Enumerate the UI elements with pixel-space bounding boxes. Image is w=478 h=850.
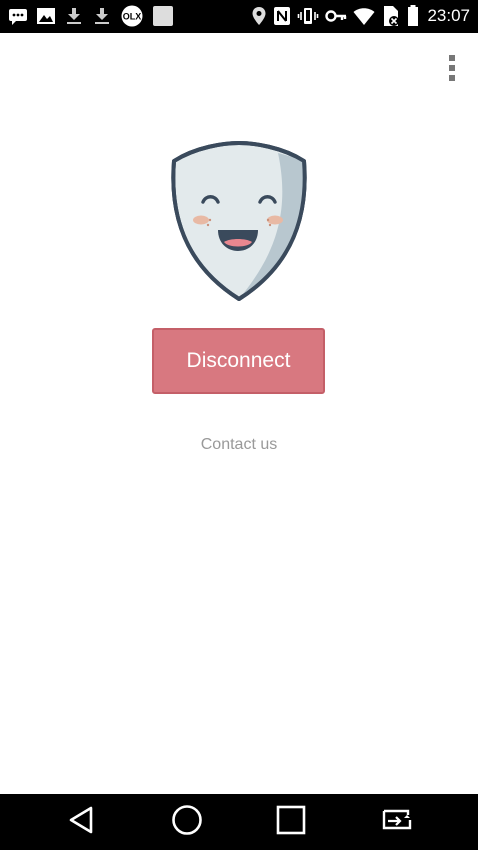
clock: 23:07 xyxy=(427,6,470,25)
menu-dot xyxy=(449,65,455,71)
key-icon xyxy=(325,6,347,26)
disconnect-button[interactable]: Disconnect xyxy=(152,328,325,394)
status-bar: OLX 23:07 xyxy=(0,0,478,33)
shield-mascot-icon xyxy=(166,141,312,303)
recents-icon xyxy=(276,805,306,840)
screen-rotate-button[interactable] xyxy=(344,794,449,850)
contact-us-link[interactable]: Contact us xyxy=(0,436,478,454)
screen-rotate-icon xyxy=(378,806,416,839)
message-icon xyxy=(8,7,28,25)
app-screen: Disconnect Contact us xyxy=(0,33,478,794)
home-button[interactable] xyxy=(134,794,239,850)
blank-notification-icon xyxy=(152,5,174,27)
olx-icon: OLX xyxy=(120,5,144,27)
wifi-icon xyxy=(353,6,375,26)
home-icon xyxy=(171,804,203,841)
more-vert-icon[interactable] xyxy=(440,51,464,85)
recents-button[interactable] xyxy=(238,794,343,850)
navigation-bar xyxy=(0,794,478,850)
svg-text:OLX: OLX xyxy=(123,12,142,22)
back-icon xyxy=(66,805,96,840)
download-icon xyxy=(92,7,112,25)
notification-icons: OLX xyxy=(8,5,174,27)
image-icon xyxy=(36,7,56,25)
battery-icon xyxy=(407,5,419,27)
download-icon xyxy=(64,7,84,25)
menu-dot xyxy=(449,75,455,81)
nfc-icon xyxy=(273,6,291,26)
system-status-icons: 23:07 xyxy=(251,4,470,28)
location-icon xyxy=(251,6,267,26)
no-sim-icon xyxy=(381,5,401,27)
vibrate-icon xyxy=(297,6,319,26)
menu-dot xyxy=(449,55,455,61)
back-button[interactable] xyxy=(28,794,133,850)
